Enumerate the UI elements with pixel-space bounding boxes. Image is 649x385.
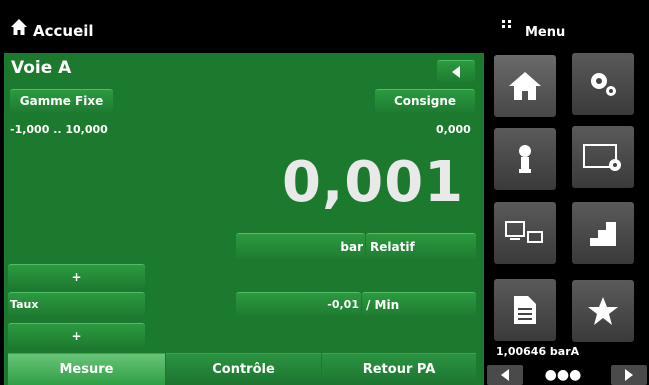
page-indicator: ●●● — [525, 365, 601, 385]
document-icon — [514, 296, 536, 324]
top-bar: Accueil Menu — [0, 0, 649, 53]
next-page-button[interactable] — [611, 365, 647, 385]
remote-computer-icon — [505, 221, 543, 243]
rate-unit-button[interactable]: / Min — [362, 292, 476, 316]
triangle-left-icon — [501, 369, 509, 381]
menu-label[interactable]: Menu — [525, 25, 565, 40]
fixed-range-button[interactable]: Gamme Fixe — [10, 89, 113, 112]
settings-tile[interactable] — [572, 53, 634, 115]
tab-retour-pa[interactable]: Retour PA — [322, 353, 476, 385]
display-settings-tile[interactable] — [572, 126, 634, 188]
favorite-star-icon — [588, 297, 618, 325]
sensor-icon — [519, 145, 531, 173]
range-text: -1,000 .. 10,000 — [10, 123, 108, 136]
remote-tile[interactable] — [494, 202, 556, 264]
favorite-tile[interactable] — [572, 280, 634, 342]
steps-tile[interactable] — [572, 202, 634, 264]
setpoint-button[interactable]: Consigne — [375, 89, 475, 112]
collapse-button[interactable] — [437, 60, 475, 82]
page-title: Accueil — [33, 22, 94, 40]
previous-page-button[interactable] — [487, 365, 523, 385]
decrement-button[interactable]: + — [8, 323, 145, 347]
barometer-readout: 1,00646 barA — [496, 345, 580, 358]
tab-mesure[interactable]: Mesure — [8, 353, 165, 385]
setpoint-value: 0,000 — [436, 123, 471, 136]
menu-grip-icon[interactable] — [502, 20, 512, 32]
rate-label[interactable]: Taux — [8, 292, 145, 316]
triangle-left-icon — [452, 65, 460, 78]
home-tile[interactable] — [494, 55, 556, 117]
triangle-right-icon — [625, 369, 633, 381]
rate-value[interactable]: -0,01 — [236, 292, 361, 316]
unit-button[interactable]: bar — [236, 233, 365, 259]
pressure-reading: 0,001 — [282, 150, 465, 215]
display-settings-icon — [583, 144, 621, 171]
sensor-tile[interactable] — [494, 128, 556, 190]
mode-button[interactable]: Relatif — [366, 233, 476, 259]
steps-icon — [590, 222, 616, 246]
tab-controle[interactable]: Contrôle — [166, 353, 321, 385]
increment-button[interactable]: + — [8, 264, 145, 288]
home-icon[interactable] — [10, 18, 28, 36]
document-tile[interactable] — [494, 279, 556, 341]
home-icon — [509, 72, 541, 100]
settings-gears-icon — [591, 73, 616, 96]
channel-title: Voie A — [11, 58, 72, 78]
